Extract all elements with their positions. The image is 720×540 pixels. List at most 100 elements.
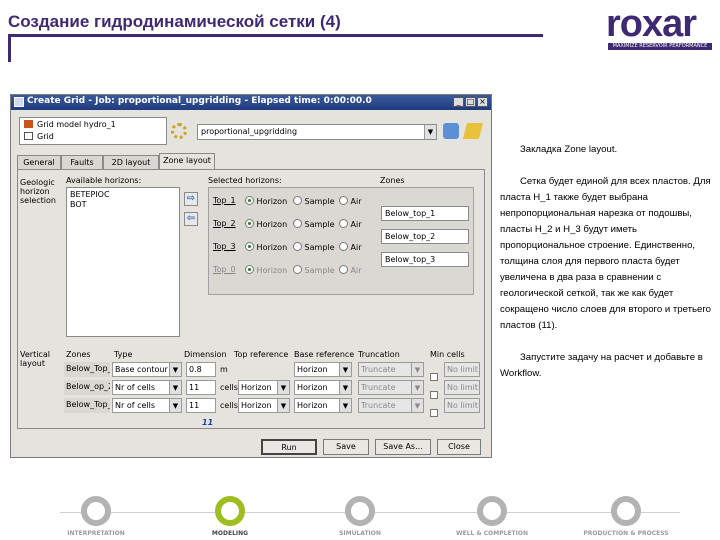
horizon-option-horizon[interactable]: Horizon bbox=[245, 242, 287, 253]
column-header-truncation: Truncation bbox=[358, 350, 400, 359]
workflow-step-interpretation: INTERPRETATION bbox=[36, 496, 156, 537]
zone-cell: Below_Top_1 bbox=[64, 362, 110, 377]
horizon-option-air[interactable]: Air bbox=[339, 219, 362, 230]
type-dropdown[interactable]: Nr of cells ▼ bbox=[112, 398, 182, 413]
zone-name-field[interactable]: Below_top_2 bbox=[381, 229, 469, 244]
slide-title: Создание гидродинамической сетки (4) bbox=[8, 12, 341, 31]
save-as-button[interactable]: Save As... bbox=[375, 439, 431, 455]
chevron-down-icon: ▼ bbox=[277, 381, 289, 394]
min-cells-field[interactable]: No limit bbox=[444, 398, 480, 413]
job-name-dropdown[interactable]: proportional_upgridding ▼ bbox=[197, 124, 437, 140]
roxar-logo: roxar bbox=[606, 3, 697, 45]
radio-icon[interactable] bbox=[293, 219, 302, 228]
tab-faults[interactable]: Faults bbox=[61, 155, 103, 169]
tree-item-grid[interactable]: Grid bbox=[24, 131, 54, 143]
zone-name-field[interactable]: Below_top_1 bbox=[381, 206, 469, 221]
truncation-dropdown[interactable]: Truncate ▼ bbox=[358, 398, 424, 413]
workflow-step-modeling: MODELING bbox=[170, 496, 290, 537]
simulation-icon bbox=[345, 496, 375, 526]
close-window-button[interactable]: × bbox=[477, 97, 488, 107]
min-cells-checkbox[interactable] bbox=[430, 401, 438, 420]
zone-cell: Below_Top_3 bbox=[64, 398, 110, 413]
title-underline bbox=[8, 34, 543, 37]
workflow-step-well-completion: WELL & COMPLETION bbox=[432, 496, 552, 537]
horizon-name: Top_1 bbox=[213, 196, 236, 205]
horizon-option-air[interactable]: Air bbox=[339, 242, 362, 253]
tab-general[interactable]: General bbox=[17, 155, 61, 169]
zone-cell: Below_op_2 bbox=[64, 380, 110, 395]
window-titlebar[interactable]: Create Grid - Job: proportional_upgriddi… bbox=[11, 95, 491, 110]
horizon-option-sample[interactable]: Sample bbox=[293, 242, 335, 253]
run-gear-icon[interactable] bbox=[443, 123, 459, 139]
chevron-down-icon: ▼ bbox=[277, 399, 289, 412]
remove-horizon-button[interactable]: ⇦ bbox=[184, 212, 198, 226]
table-row: Below_op_2 Nr of cells ▼ 11 cells Horizon… bbox=[64, 380, 484, 399]
window-title: Create Grid - Job: proportional_upgriddi… bbox=[27, 96, 372, 106]
radio-icon[interactable] bbox=[293, 196, 302, 205]
tree-item-grid-model[interactable]: Grid model hydro_1 bbox=[24, 119, 116, 131]
tab-2d-layout[interactable]: 2D layout bbox=[103, 155, 159, 169]
horizon-option-air[interactable]: Air bbox=[339, 196, 362, 207]
horizon-option-sample[interactable]: Sample bbox=[293, 196, 335, 207]
chevron-down-icon: ▼ bbox=[411, 363, 423, 376]
base-reference-dropdown[interactable]: Horizon ▼ bbox=[294, 362, 352, 377]
truncation-dropdown[interactable]: Truncate ▼ bbox=[358, 362, 424, 377]
horizon-option-horizon[interactable]: Horizon bbox=[245, 196, 287, 207]
chevron-down-icon: ▼ bbox=[169, 381, 181, 394]
radio-icon[interactable] bbox=[339, 219, 348, 228]
radio-icon[interactable] bbox=[339, 196, 348, 205]
minimize-button[interactable]: _ bbox=[453, 97, 464, 107]
add-horizon-button[interactable]: ⇨ bbox=[184, 192, 198, 206]
edit-pencil-icon[interactable] bbox=[462, 123, 484, 139]
workflow-step-simulation: SIMULATION bbox=[300, 496, 420, 537]
explanation-text: Закладка Zone layout. Сетка будет единой… bbox=[500, 142, 712, 398]
horizon-name: Top_0 bbox=[213, 265, 236, 274]
explanation-paragraph: Запустите задачу на расчет и добавьте в … bbox=[500, 352, 703, 379]
close-button[interactable]: Close bbox=[437, 439, 481, 455]
settings-gear-icon[interactable] bbox=[171, 123, 187, 139]
radio-icon[interactable] bbox=[293, 242, 302, 251]
explanation-paragraph: Закладка Zone layout. bbox=[520, 144, 618, 155]
truncation-dropdown[interactable]: Truncate ▼ bbox=[358, 380, 424, 395]
app-icon bbox=[14, 97, 24, 107]
dimension-input[interactable]: 0.8 bbox=[186, 362, 216, 377]
radio-icon[interactable] bbox=[339, 242, 348, 251]
min-cells-field[interactable]: No limit bbox=[444, 362, 480, 377]
run-button[interactable]: Run bbox=[261, 439, 317, 455]
base-reference-dropdown[interactable]: Horizon ▼ bbox=[294, 380, 352, 395]
horizon-option-horizon[interactable]: Horizon bbox=[245, 219, 287, 230]
create-grid-window: Create Grid - Job: proportional_upgriddi… bbox=[10, 94, 492, 458]
available-horizons-list[interactable]: BETEPIOC BOT bbox=[66, 187, 180, 337]
tab-zone-layout[interactable]: Zone layout bbox=[159, 153, 215, 169]
horizon-option-horizon: Horizon bbox=[245, 265, 287, 276]
unit-label: m bbox=[220, 365, 228, 374]
model-tree[interactable]: Grid model hydro_1 Grid bbox=[19, 117, 167, 145]
list-item[interactable]: BETEPIOC bbox=[70, 190, 110, 199]
top-reference-dropdown[interactable]: Horizon ▼ bbox=[238, 380, 290, 395]
type-dropdown[interactable]: Base contour ▼ bbox=[112, 362, 182, 377]
save-button[interactable]: Save bbox=[323, 439, 369, 455]
dimension-input[interactable]: 11 bbox=[186, 380, 216, 395]
type-dropdown[interactable]: Nr of cells ▼ bbox=[112, 380, 182, 395]
radio-selected-icon[interactable] bbox=[245, 219, 254, 228]
chevron-down-icon: ▼ bbox=[339, 381, 351, 394]
radio-selected-icon[interactable] bbox=[245, 242, 254, 251]
dimension-input[interactable]: 11 bbox=[186, 398, 216, 413]
unit-label: cells bbox=[220, 383, 238, 392]
selected-horizons-area: Top_1 Horizon Sample Air Top_2 Horizon S… bbox=[208, 187, 474, 295]
min-cells-field[interactable]: No limit bbox=[444, 380, 480, 395]
explanation-paragraph: Сетка будет единой для всех пластов. Для… bbox=[500, 176, 711, 331]
list-item[interactable]: BOT bbox=[70, 200, 87, 209]
geologic-horizon-selection-label: Geologic horizon selection bbox=[20, 178, 56, 205]
chevron-down-icon: ▼ bbox=[411, 399, 423, 412]
column-header-base-reference: Base reference bbox=[294, 350, 355, 359]
roxar-logo-tagline: MAXIMIZE RESERVOIR PERFORMANCE bbox=[608, 43, 712, 50]
top-reference-dropdown[interactable]: Horizon ▼ bbox=[238, 398, 290, 413]
radio-icon bbox=[339, 265, 348, 274]
table-row: Below_Top_3 Nr of cells▼ 11 cells Horizo… bbox=[64, 398, 484, 417]
horizon-option-sample[interactable]: Sample bbox=[293, 219, 335, 230]
maximize-button[interactable]: □ bbox=[465, 97, 476, 107]
radio-selected-icon[interactable] bbox=[245, 196, 254, 205]
zone-name-field[interactable]: Below_top_3 bbox=[381, 252, 469, 267]
base-reference-dropdown[interactable]: Horizon ▼ bbox=[294, 398, 352, 413]
